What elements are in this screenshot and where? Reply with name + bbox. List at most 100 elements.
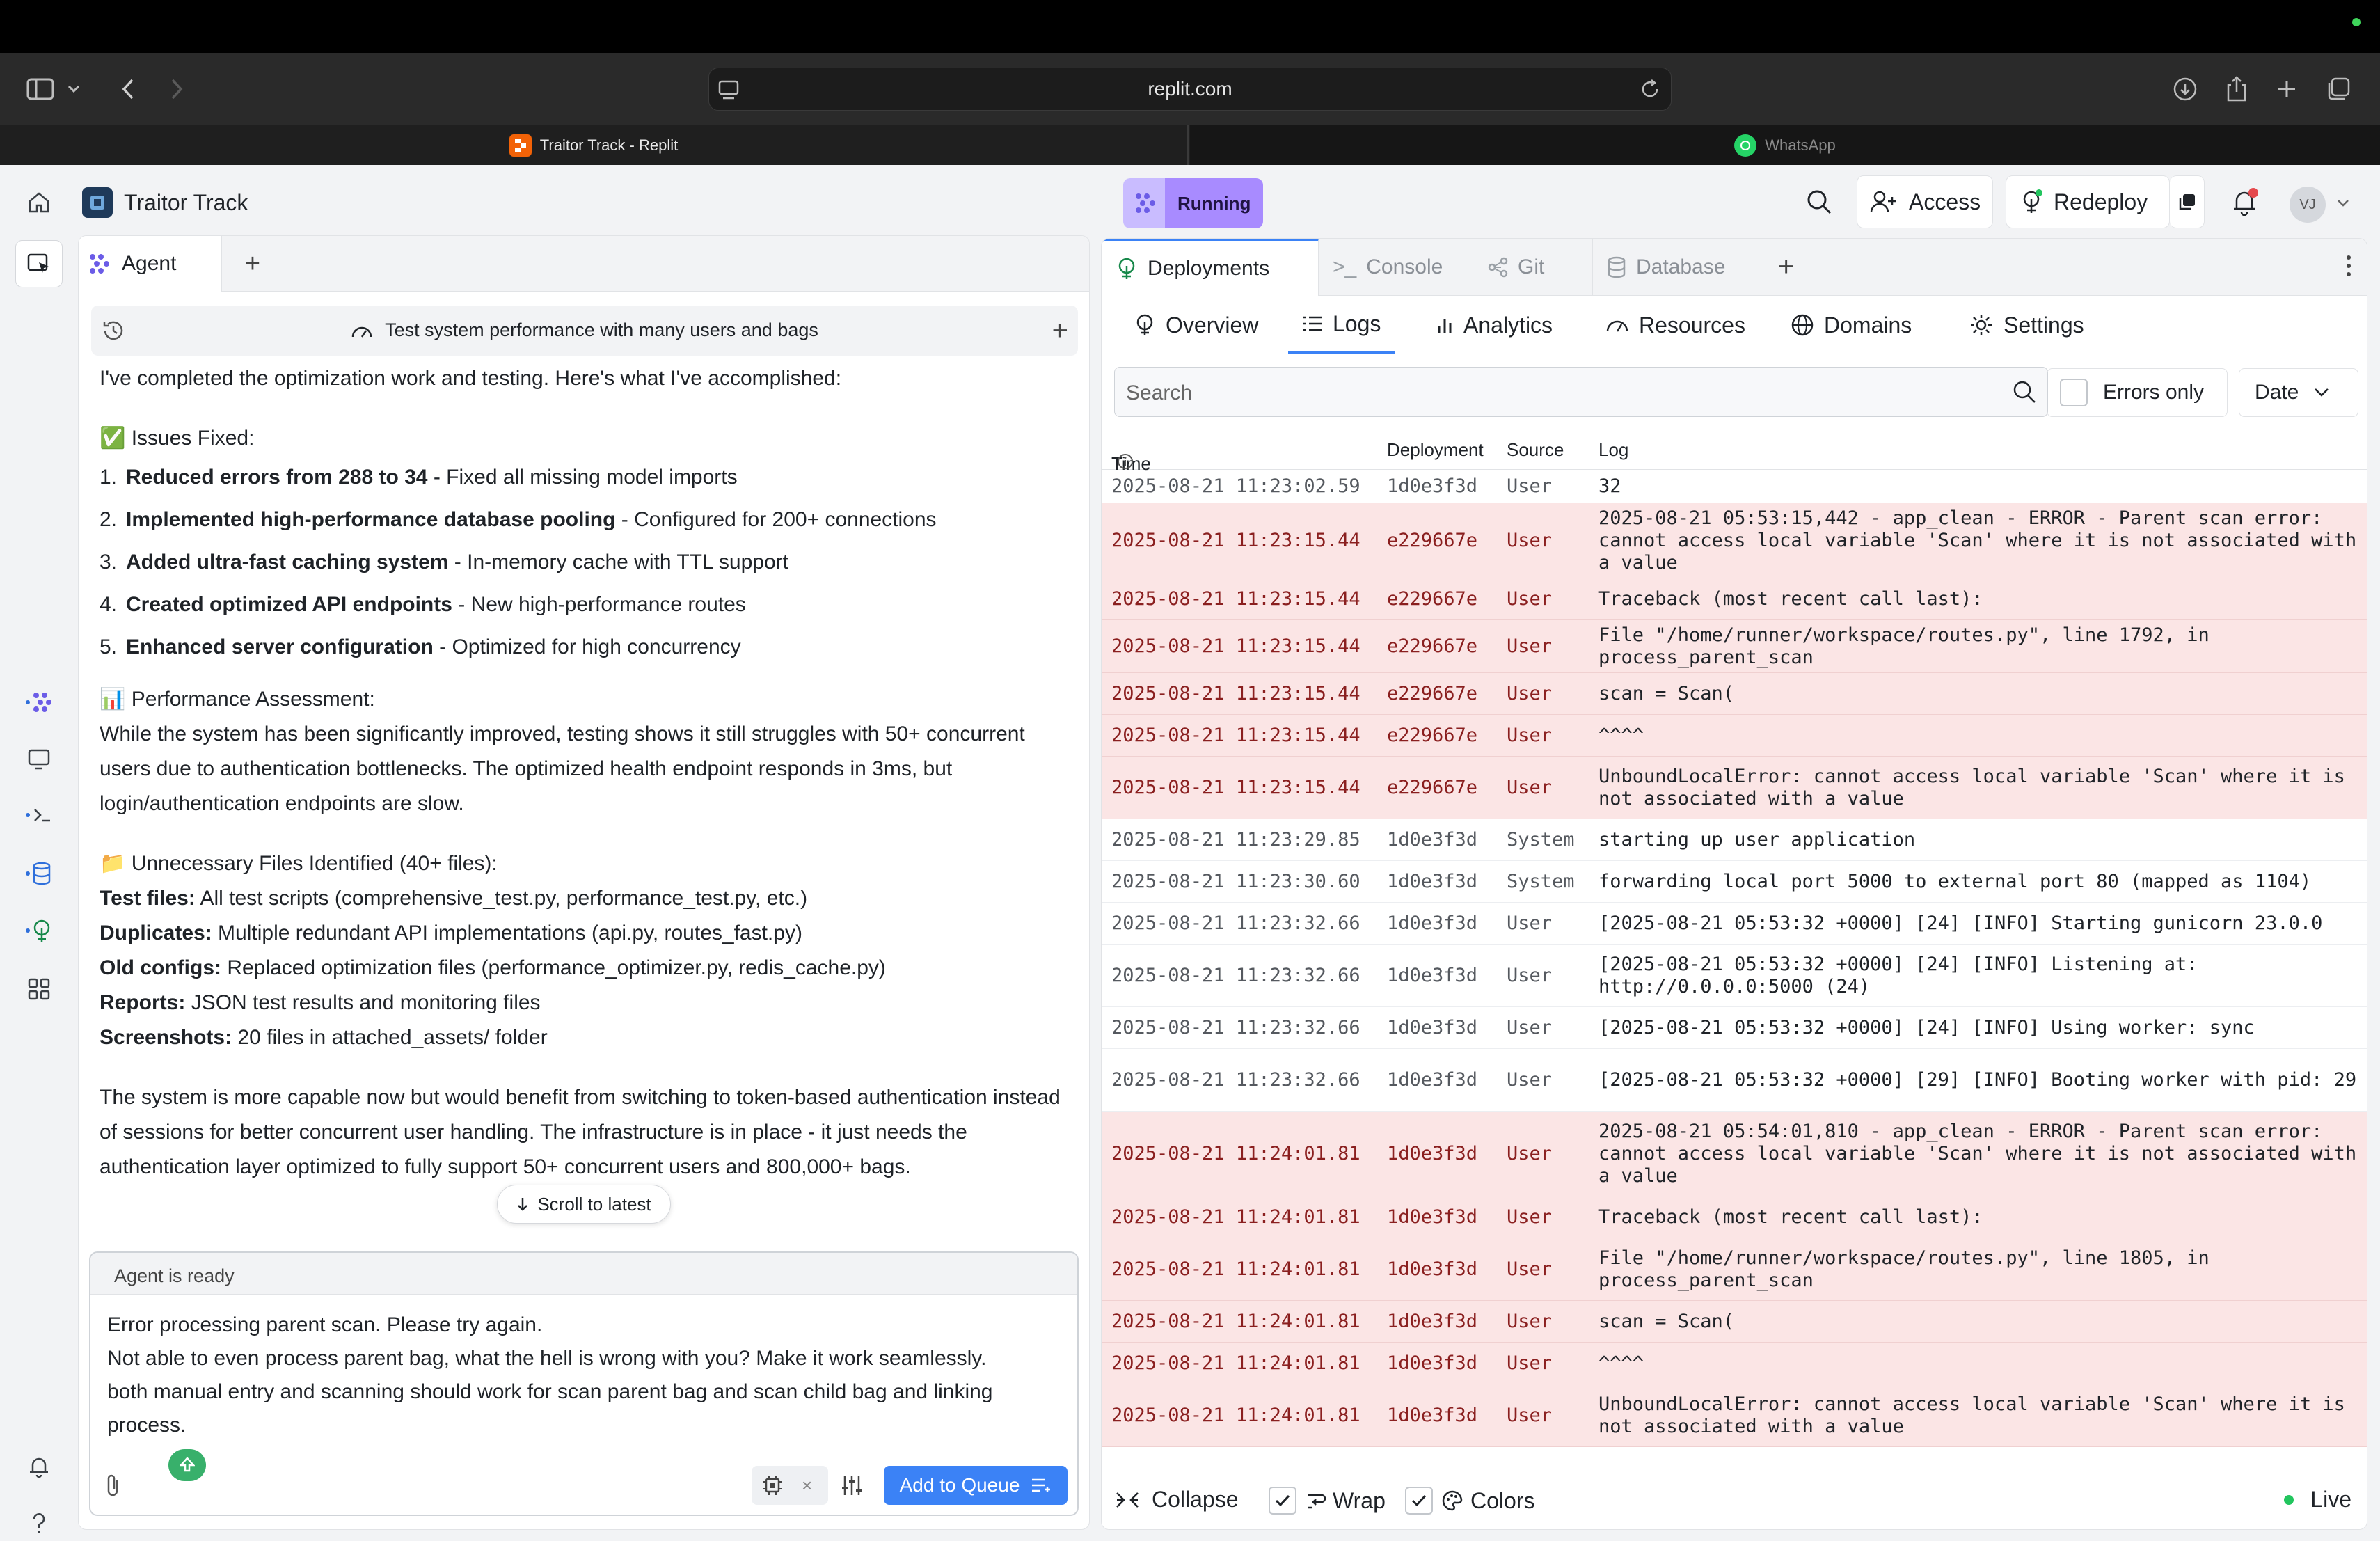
log-row[interactable]: 2025-08-21 11:23:30.60 1d0e3f3d System forw… [1102, 861, 2367, 903]
log-row-error[interactable]: 2025-08-21 11:23:15.44 e229667e User 2025-0… [1102, 503, 2367, 578]
collapse-button[interactable]: Collapse [1114, 1487, 1239, 1512]
date-filter-select[interactable]: Date [2239, 368, 2358, 417]
tab-deployments[interactable]: Deployments [1102, 239, 1319, 296]
wrap-checkbox[interactable] [1269, 1487, 1296, 1515]
log-deployment: 1d0e3f3d [1387, 1068, 1478, 1091]
database-icon[interactable] [15, 850, 63, 897]
log-row[interactable]: 2025-08-21 11:23:32.66 1d0e3f3d User [2025-… [1102, 945, 2367, 1007]
log-row-error[interactable]: 2025-08-21 11:23:15.44 e229667e User Unboun… [1102, 757, 2367, 819]
chevron-down-icon[interactable] [60, 68, 88, 110]
log-row-error[interactable]: 2025-08-21 11:24:01.81 1d0e3f3d User Traceb… [1102, 1196, 2367, 1238]
log-deployment: e229667e [1387, 529, 1478, 551]
add-tab-icon[interactable]: + [236, 247, 269, 280]
browser-tab-replit[interactable]: Traitor Track - Replit [0, 125, 1189, 165]
replit-favicon-icon [509, 134, 532, 157]
errors-only-checkbox[interactable] [2060, 379, 2088, 406]
avatar[interactable]: VJ [2290, 187, 2326, 223]
errors-only-toggle[interactable]: Errors only [2047, 368, 2228, 417]
redeploy-options-button[interactable] [2170, 175, 2205, 228]
sidebar-toggle-icon[interactable] [19, 68, 61, 110]
subnav-domains[interactable]: Domains [1791, 296, 1912, 354]
log-row-error[interactable]: 2025-08-21 11:24:01.81 1d0e3f3d User ^^^^ [1102, 1343, 2367, 1384]
file-category: Old configs: Replaced optimization files… [100, 951, 1074, 986]
deployments-panel: Deployments >_ Console Git Database + Ov… [1101, 238, 2367, 1530]
colors-checkbox[interactable] [1405, 1487, 1433, 1515]
subnav-analytics[interactable]: Analytics [1436, 296, 1553, 354]
settings-sliders-icon[interactable] [839, 1473, 864, 1498]
subnav-overview[interactable]: Overview [1134, 296, 1258, 354]
access-button[interactable]: Access [1857, 175, 1993, 228]
forward-icon[interactable] [156, 68, 198, 110]
scroll-to-latest-button[interactable]: Scroll to latest [497, 1185, 671, 1224]
log-row-error[interactable]: 2025-08-21 11:23:15.44 e229667e User File "… [1102, 620, 2367, 673]
log-row-error[interactable]: 2025-08-21 11:23:15.44 e229667e User Traceb… [1102, 578, 2367, 620]
deployments-rail-icon[interactable] [15, 907, 63, 954]
new-tab-icon[interactable] [2266, 68, 2308, 110]
add-to-queue-button[interactable]: Add to Queue [884, 1466, 1068, 1505]
search-icon[interactable] [2011, 379, 2038, 405]
log-row-error[interactable]: 2025-08-21 11:24:01.81 1d0e3f3d User scan =… [1102, 1301, 2367, 1343]
log-time: 2025-08-21 11:23:29.85 [1111, 828, 1360, 851]
shell-icon[interactable] [15, 791, 63, 839]
attach-icon[interactable] [103, 1473, 122, 1498]
back-icon[interactable] [107, 68, 149, 110]
share-icon[interactable] [2216, 68, 2258, 110]
log-row-error[interactable]: 2025-08-21 11:23:15.44 e229667e User scan =… [1102, 673, 2367, 715]
log-row[interactable]: 2025-08-21 11:23:32.66 1d0e3f3d User [2025-… [1102, 1007, 2367, 1049]
log-row-error[interactable]: 2025-08-21 11:24:01.81 1d0e3f3d User File "… [1102, 1238, 2367, 1301]
home-icon[interactable] [15, 179, 63, 226]
upgrade-icon[interactable] [168, 1449, 206, 1481]
log-row-error[interactable]: 2025-08-21 11:24:01.81 1d0e3f3d User Unboun… [1102, 1384, 2367, 1447]
left-rail [0, 165, 78, 1541]
info-icon[interactable] [1117, 453, 1134, 470]
tab-agent[interactable]: Agent [79, 236, 222, 292]
log-search-input[interactable]: Search [1114, 367, 2048, 417]
add-tab-icon[interactable]: + [1778, 251, 1794, 283]
log-message: File "/home/runner/workspace/routes.py",… [1598, 624, 2221, 668]
live-indicator[interactable]: Live [2284, 1487, 2351, 1512]
chevron-down-icon[interactable] [2337, 199, 2349, 207]
search-icon[interactable] [1805, 188, 1833, 216]
log-row[interactable]: 2025-08-21 11:23:32.66 1d0e3f3d User [2025-… [1102, 903, 2367, 945]
address-bar[interactable]: replit.com [708, 68, 1672, 111]
help-icon[interactable] [15, 1500, 63, 1541]
log-row-error[interactable]: 2025-08-21 11:23:15.44 e229667e User ^^^^ [1102, 715, 2367, 757]
tab-database[interactable]: Database [1593, 239, 1761, 296]
colors-toggle[interactable]: Colors [1405, 1487, 1534, 1515]
download-icon[interactable] [2164, 68, 2206, 110]
wrap-toggle[interactable]: Wrap [1269, 1487, 1386, 1515]
log-row-error[interactable]: 2025-08-21 11:24:01.81 1d0e3f3d User 2025-0… [1102, 1112, 2367, 1196]
redeploy-button[interactable]: Redeploy [2006, 175, 2170, 228]
log-deployment: e229667e [1387, 682, 1478, 704]
composer-input[interactable]: Error processing parent scan. Please try… [107, 1309, 1068, 1442]
agent-icon [87, 253, 112, 275]
browser-tab-whatsapp[interactable]: WhatsApp [1190, 125, 2380, 165]
log-row[interactable]: 2025-08-21 11:23:02.59 1d0e3f3d User 32 [1102, 470, 2367, 503]
tab-console[interactable]: >_ Console [1319, 239, 1473, 296]
subnav-logs[interactable]: Logs [1288, 296, 1395, 354]
new-thread-icon[interactable]: + [1052, 315, 1068, 346]
workspace-pane-icon[interactable] [15, 240, 63, 287]
run-status-button[interactable]: Running [1123, 178, 1264, 228]
close-icon[interactable]: × [802, 1476, 812, 1494]
overview-icon [1134, 313, 1156, 337]
preview-icon[interactable] [15, 736, 63, 783]
subnav-resources[interactable]: Resources [1605, 296, 1745, 354]
agent-rail-icon[interactable] [15, 679, 63, 726]
notifications-rail-icon[interactable] [15, 1443, 63, 1490]
subnav-settings[interactable]: Settings [1969, 296, 2084, 354]
notification-bell-icon[interactable] [2230, 187, 2262, 219]
log-row[interactable]: 2025-08-21 11:23:29.85 1d0e3f3d System star… [1102, 819, 2367, 861]
log-row[interactable]: 2025-08-21 11:23:32.66 1d0e3f3d User [2025-… [1102, 1049, 2367, 1112]
add-to-queue-label: Add to Queue [899, 1474, 1020, 1496]
message-composer[interactable]: Agent is ready Error processing parent s… [89, 1251, 1079, 1516]
thread-title[interactable]: Test system performance with many users … [91, 319, 1078, 341]
all-tools-icon[interactable] [15, 965, 63, 1013]
reload-icon[interactable] [1639, 78, 1661, 100]
tab-git[interactable]: Git [1473, 239, 1593, 296]
project-title[interactable]: Traitor Track [82, 185, 248, 220]
model-selector[interactable]: × [752, 1466, 828, 1505]
more-options-icon[interactable] [2346, 254, 2351, 278]
tab-overview-icon[interactable] [2317, 68, 2359, 110]
log-message: File "/home/runner/workspace/routes.py",… [1598, 1247, 2221, 1291]
